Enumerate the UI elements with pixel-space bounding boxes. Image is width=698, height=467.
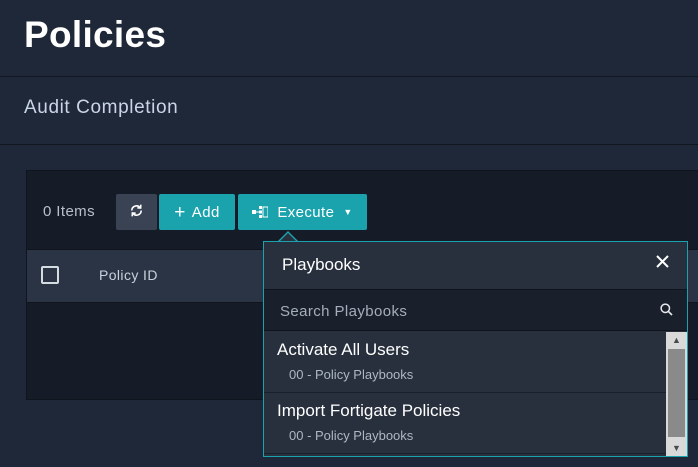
refresh-icon bbox=[129, 203, 144, 222]
plus-icon: + bbox=[174, 201, 186, 223]
playbooks-title: Playbooks bbox=[282, 255, 361, 274]
close-button[interactable] bbox=[656, 252, 669, 272]
scroll-down-arrow-icon[interactable]: ▼ bbox=[666, 440, 687, 456]
execute-button[interactable]: Execute ▼ bbox=[238, 194, 367, 230]
page-header: Policies bbox=[0, 0, 698, 77]
page-title: Policies bbox=[24, 14, 167, 55]
execute-button-label: Execute bbox=[277, 203, 335, 221]
add-button[interactable]: + Add bbox=[159, 194, 235, 230]
items-count: 0 Items bbox=[43, 203, 95, 220]
playbooks-search-bar bbox=[264, 289, 687, 331]
search-icon[interactable] bbox=[660, 303, 673, 321]
close-icon bbox=[656, 251, 669, 273]
section-title: Audit Completion bbox=[24, 97, 179, 118]
playbook-item[interactable]: Import Fortigate Policies 00 - Policy Pl… bbox=[264, 393, 666, 454]
select-all-checkbox[interactable] bbox=[41, 266, 59, 284]
column-header-policy-id[interactable]: Policy ID bbox=[99, 267, 158, 283]
scroll-thumb[interactable] bbox=[668, 349, 685, 437]
playbook-name: Import Fortigate Policies bbox=[277, 401, 461, 420]
playbooks-scrollbar[interactable]: ▲ ▼ bbox=[666, 332, 687, 456]
playbooks-list: Activate All Users 00 - Policy Playbooks… bbox=[264, 332, 666, 456]
scroll-up-arrow-icon[interactable]: ▲ bbox=[666, 332, 687, 348]
playbook-collection: 00 - Policy Playbooks bbox=[289, 428, 414, 443]
playbook-name: Activate All Users bbox=[277, 340, 410, 359]
playbooks-dropdown: Playbooks Activate All Users 00 - Policy… bbox=[263, 241, 688, 457]
playbook-item[interactable]: Activate All Users 00 - Policy Playbooks bbox=[264, 332, 666, 393]
section-header: Audit Completion bbox=[0, 78, 698, 145]
add-button-label: Add bbox=[191, 203, 220, 221]
playbook-icon bbox=[252, 206, 269, 218]
playbook-collection: 00 - Policy Playbooks bbox=[289, 367, 414, 382]
refresh-button[interactable] bbox=[116, 194, 157, 230]
search-playbooks-input[interactable] bbox=[280, 299, 650, 323]
playbooks-header: Playbooks bbox=[264, 242, 687, 289]
chevron-down-icon: ▼ bbox=[343, 207, 353, 217]
